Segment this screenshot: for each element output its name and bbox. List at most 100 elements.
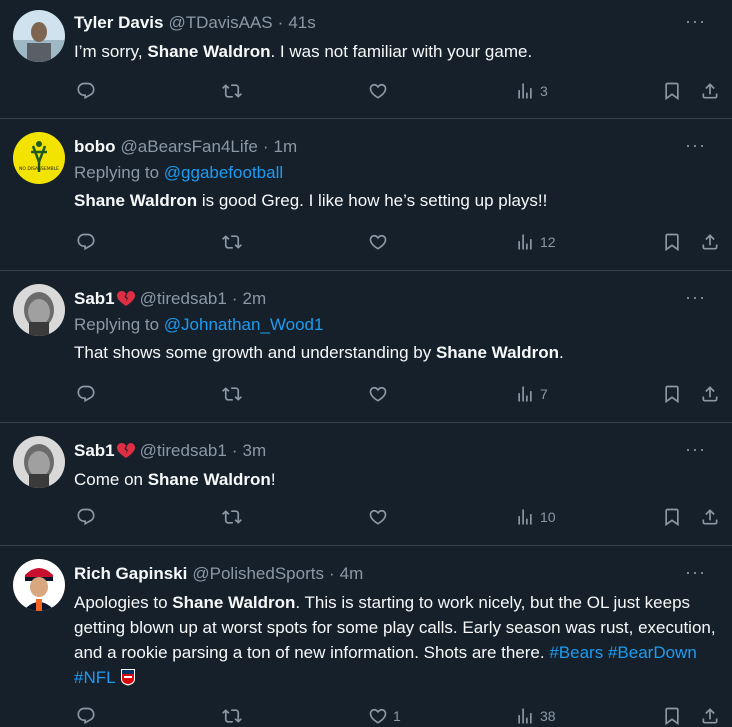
bookmark-icon (665, 233, 679, 252)
views-count: 7 (540, 386, 548, 402)
views-button[interactable]: 12 (515, 232, 556, 252)
replying-to: Replying to @ggabefootball (74, 163, 284, 182)
reply-icon (77, 82, 95, 100)
tweet[interactable]: Sab1 @tiredsab1 · 3m ··· Come on Shane W… (0, 423, 732, 546)
timestamp[interactable]: 2m (243, 289, 267, 309)
separator: · (231, 441, 238, 460)
reply-icon (77, 233, 95, 251)
views-button[interactable]: 38 (515, 706, 556, 726)
hashtag-link[interactable]: #Bears (549, 643, 603, 662)
retweet-icon (222, 709, 242, 723)
tweet[interactable]: Sab1 @tiredsab1 · 2m ··· Replying to @Jo… (0, 271, 732, 423)
author-name[interactable]: bobo (74, 137, 116, 157)
views-button[interactable]: 3 (515, 81, 548, 101)
share-icon (702, 83, 718, 99)
separator: · (328, 564, 335, 583)
author-handle[interactable]: @tiredsab1 (140, 289, 227, 309)
like-button[interactable] (368, 507, 388, 527)
hashtag-link[interactable]: #NFL (74, 668, 116, 687)
tweet[interactable]: NO DISASSEMBLE bobo @aBearsFan4Life · 1m… (0, 119, 732, 271)
reply-icon (77, 707, 95, 725)
tweet-text: Shane Waldron is good Greg. I like how h… (74, 191, 548, 210)
avatar[interactable] (13, 10, 65, 62)
views-icon (518, 83, 532, 99)
retweet-button[interactable] (222, 232, 242, 252)
share-button[interactable] (700, 232, 720, 252)
avatar[interactable]: NO DISASSEMBLE (13, 132, 65, 184)
reply-button[interactable] (76, 232, 96, 252)
timestamp[interactable]: 4m (340, 564, 364, 584)
timestamp[interactable]: 41s (288, 13, 315, 33)
more-options-button[interactable]: ··· (685, 287, 706, 308)
retweet-icon (222, 510, 242, 524)
views-count: 10 (540, 509, 556, 525)
like-button[interactable] (368, 384, 388, 404)
more-options-button[interactable]: ··· (685, 562, 706, 583)
timestamp[interactable]: 1m (274, 137, 298, 157)
like-icon (369, 386, 387, 402)
tweet-text: I’m sorry, Shane Waldron. I was not fami… (74, 42, 533, 61)
author-handle[interactable]: @aBearsFan4Life (121, 137, 258, 157)
bookmark-button[interactable] (662, 81, 682, 101)
author-name[interactable]: Tyler Davis (74, 13, 163, 33)
share-button[interactable] (700, 706, 720, 726)
views-icon (518, 234, 532, 250)
retweet-icon (222, 387, 242, 401)
reply-button[interactable] (76, 81, 96, 101)
author-handle[interactable]: @PolishedSports (192, 564, 324, 584)
views-count: 12 (540, 234, 556, 250)
like-icon (369, 509, 387, 525)
reply-icon (77, 508, 95, 526)
avatar[interactable] (13, 436, 65, 488)
retweet-button[interactable] (222, 507, 242, 527)
separator: · (277, 13, 284, 32)
retweet-icon (222, 84, 242, 98)
share-button[interactable] (700, 81, 720, 101)
like-button[interactable] (368, 81, 388, 101)
replying-to-link[interactable]: @ggabefootball (164, 163, 283, 182)
avatar[interactable] (13, 559, 65, 611)
timestamp[interactable]: 3m (243, 441, 267, 461)
retweet-button[interactable] (222, 384, 242, 404)
tweet-text: Come on Shane Waldron! (74, 470, 276, 489)
avatar[interactable] (13, 284, 65, 336)
share-button[interactable] (700, 384, 720, 404)
broken-heart-icon (116, 443, 135, 458)
views-icon (518, 708, 532, 724)
separator: · (262, 137, 269, 156)
reply-button[interactable] (76, 384, 96, 404)
like-icon (369, 234, 387, 250)
author-handle[interactable]: @tiredsab1 (140, 441, 227, 461)
hashtag-link[interactable]: #BearDown (608, 643, 697, 662)
reply-button[interactable] (76, 706, 96, 726)
replying-to-link[interactable]: @Johnathan_Wood1 (164, 315, 324, 334)
bookmark-button[interactable] (662, 232, 682, 252)
bookmark-button[interactable] (662, 706, 682, 726)
more-options-button[interactable]: ··· (685, 439, 706, 460)
tweet-text: Apologies to Shane Waldron. This is star… (74, 593, 716, 687)
tweet[interactable]: Tyler Davis @TDavisAAS · 41s ··· I’m sor… (0, 0, 732, 119)
tweet[interactable]: Rich Gapinski @PolishedSports · 4m ··· A… (0, 546, 732, 727)
reply-icon (77, 385, 95, 403)
author-handle[interactable]: @TDavisAAS (168, 13, 272, 33)
author-name[interactable]: Sab1 (74, 441, 115, 461)
author-name[interactable]: Sab1 (74, 289, 115, 309)
views-button[interactable]: 7 (515, 384, 548, 404)
share-button[interactable] (700, 507, 720, 527)
reply-button[interactable] (76, 507, 96, 527)
retweet-button[interactable] (222, 81, 242, 101)
broken-heart-icon (116, 291, 135, 306)
bookmark-icon (665, 707, 679, 726)
retweet-icon (222, 235, 242, 249)
share-icon (702, 509, 718, 525)
retweet-button[interactable] (222, 706, 242, 726)
more-options-button[interactable]: ··· (685, 135, 706, 156)
views-button[interactable]: 10 (515, 507, 556, 527)
more-options-button[interactable]: ··· (685, 11, 706, 32)
bookmark-button[interactable] (662, 384, 682, 404)
bookmark-icon (665, 508, 679, 527)
bookmark-button[interactable] (662, 507, 682, 527)
author-name[interactable]: Rich Gapinski (74, 564, 187, 584)
like-button[interactable]: 1 (368, 706, 401, 726)
like-button[interactable] (368, 232, 388, 252)
